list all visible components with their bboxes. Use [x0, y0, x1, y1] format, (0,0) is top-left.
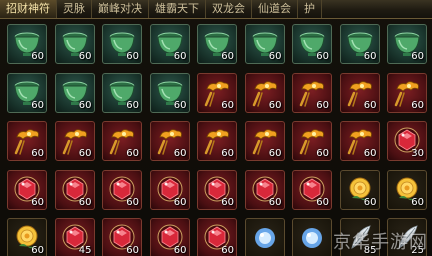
item-slot[interactable]: 60: [197, 169, 237, 210]
item-count: 60: [268, 99, 282, 111]
item-slot[interactable]: 60: [339, 169, 380, 210]
item-slot[interactable]: 60: [292, 121, 332, 161]
item-count: 60: [126, 245, 139, 256]
item-slot[interactable]: 60: [244, 169, 285, 210]
item-count: 85: [363, 245, 377, 256]
item-slot[interactable]: [244, 218, 285, 256]
item-count: 60: [173, 245, 187, 256]
item-slot[interactable]: 60: [149, 24, 190, 64]
item-count: 60: [78, 196, 92, 208]
item-count: 60: [221, 196, 234, 208]
item-slot[interactable]: 60: [7, 72, 47, 113]
item-slot[interactable]: 60: [54, 72, 95, 113]
item-slot[interactable]: 60: [102, 218, 142, 256]
item-count: 60: [221, 51, 234, 62]
item-count: 60: [316, 51, 329, 62]
item-count: 60: [126, 51, 139, 62]
item-slot[interactable]: 60: [149, 121, 190, 161]
item-slot[interactable]: 60: [197, 121, 237, 161]
item-count: 30: [411, 148, 424, 159]
tab-6[interactable]: 护: [298, 0, 322, 18]
item-slot[interactable]: 60: [54, 24, 95, 64]
item-slot[interactable]: 60: [197, 72, 237, 113]
item-count: 60: [126, 196, 139, 208]
item-count: 60: [31, 148, 44, 159]
item-slot[interactable]: 60: [7, 169, 47, 210]
inventory-grid: 60 60 60 60 60 60 60 60 60 60 60 60 60 60 60 60 60 60 60 60…: [7, 24, 432, 256]
item-count: 60: [221, 245, 234, 256]
item-count: 60: [173, 148, 187, 159]
item-slot[interactable]: 60: [7, 121, 47, 161]
item-slot[interactable]: 60: [387, 24, 427, 64]
item-slot[interactable]: 25: [387, 218, 427, 256]
item-slot[interactable]: 60: [339, 24, 380, 64]
item-count: 60: [126, 148, 139, 159]
item-slot[interactable]: 60: [54, 169, 95, 210]
item-count: 60: [268, 148, 282, 159]
tab-2[interactable]: 巅峰对决: [92, 0, 149, 18]
item-slot[interactable]: 60: [197, 24, 237, 64]
item-slot[interactable]: 60: [197, 218, 237, 256]
item-count: 60: [411, 196, 424, 208]
inventory-window: 招财神符 灵脉 巅峰对决 雄霸天下 双龙会 仙道会护 60 60 60 60 60 60 60 60 60…: [0, 0, 432, 256]
item-count: 60: [363, 148, 377, 159]
item-slot[interactable]: 85: [339, 218, 380, 256]
item-slot[interactable]: 60: [387, 72, 427, 113]
item-slot[interactable]: 60: [339, 121, 380, 161]
item-count: 60: [173, 99, 187, 111]
item-count: 60: [31, 99, 44, 111]
item-slot[interactable]: 60: [7, 218, 47, 256]
item-slot[interactable]: 60: [149, 169, 190, 210]
item-slot[interactable]: 60: [149, 218, 190, 256]
item-count: 60: [316, 148, 329, 159]
tab-1[interactable]: 灵脉: [57, 0, 92, 18]
item-count: 60: [411, 51, 424, 62]
tab-0[interactable]: 招财神符: [0, 0, 57, 18]
item-count: 25: [411, 245, 424, 256]
item-count: 60: [221, 99, 234, 111]
item-count: 60: [173, 51, 187, 62]
tab-5[interactable]: 仙道会: [252, 0, 298, 18]
item-count: 60: [78, 99, 92, 111]
item-count: 60: [126, 99, 139, 111]
item-slot[interactable]: 60: [102, 24, 142, 64]
item-count: 60: [31, 196, 44, 208]
item-count: 60: [31, 51, 44, 62]
tab-4[interactable]: 双龙会: [206, 0, 252, 18]
item-count: 60: [173, 196, 187, 208]
item-slot[interactable]: 60: [387, 169, 427, 210]
category-tab-bar: 招财神符 灵脉 巅峰对决 雄霸天下 双龙会 仙道会护: [0, 0, 432, 19]
item-slot[interactable]: 60: [292, 169, 332, 210]
item-slot[interactable]: 60: [244, 72, 285, 113]
item-slot[interactable]: 60: [292, 24, 332, 64]
item-slot[interactable]: 60: [149, 72, 190, 113]
item-slot[interactable]: 60: [244, 121, 285, 161]
item-count: 60: [316, 99, 329, 111]
item-slot[interactable]: 60: [339, 72, 380, 113]
item-count: 60: [221, 148, 234, 159]
item-slot[interactable]: 60: [292, 72, 332, 113]
item-slot[interactable]: 60: [102, 169, 142, 210]
item-count: 60: [268, 196, 282, 208]
item-count: 60: [268, 51, 282, 62]
item-count: 60: [363, 196, 377, 208]
item-slot[interactable]: 60: [102, 121, 142, 161]
item-count: 60: [316, 196, 329, 208]
item-count: 60: [363, 51, 377, 62]
item-slot[interactable]: 45: [54, 218, 95, 256]
item-slot[interactable]: 60: [54, 121, 95, 161]
item-slot[interactable]: 30: [387, 121, 427, 161]
item-slot[interactable]: [292, 218, 332, 256]
item-count: 60: [78, 51, 92, 62]
item-count: 45: [78, 245, 92, 256]
item-slot[interactable]: 60: [244, 24, 285, 64]
item-count: 60: [363, 99, 377, 111]
item-count: 60: [411, 99, 424, 111]
item-count: 60: [31, 245, 44, 256]
item-slot[interactable]: 60: [7, 24, 47, 64]
tab-3[interactable]: 雄霸天下: [149, 0, 206, 18]
item-slot[interactable]: 60: [102, 72, 142, 113]
item-count: 60: [78, 148, 92, 159]
